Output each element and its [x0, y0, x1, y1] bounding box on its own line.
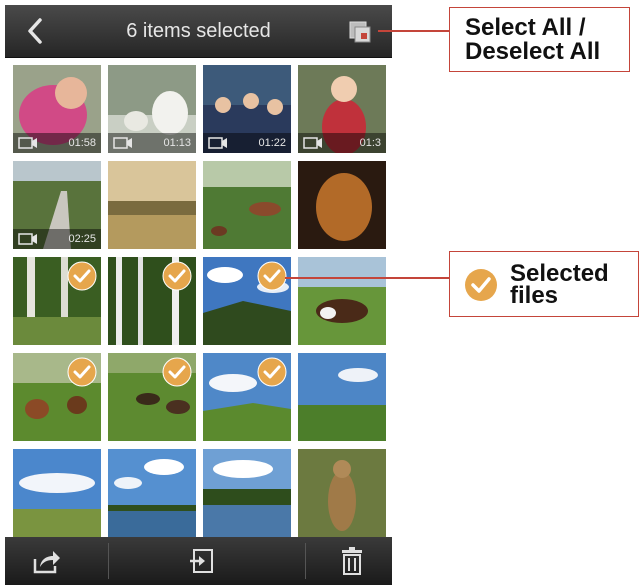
video-thumbnail[interactable]: 02:25	[13, 161, 101, 249]
photo-thumbnail[interactable]	[13, 257, 101, 345]
photo-thumbnail[interactable]	[13, 353, 101, 441]
divider	[108, 543, 109, 579]
video-info-bar: 01:58	[13, 133, 101, 153]
select-all-callout-line1: Select All /	[465, 14, 586, 41]
photo-thumbnail[interactable]	[108, 353, 196, 441]
photo-thumbnail[interactable]	[203, 353, 291, 441]
action-bar	[5, 537, 392, 585]
back-button[interactable]	[17, 13, 53, 49]
thumbnail-image	[298, 257, 386, 345]
divider	[305, 543, 306, 579]
trash-icon	[342, 547, 362, 575]
checkmark-icon	[465, 269, 497, 301]
video-duration: 02:25	[68, 233, 96, 245]
thumbnail-image	[298, 353, 386, 441]
selected-check-icon	[67, 357, 97, 387]
photo-thumbnail[interactable]	[203, 161, 291, 249]
video-duration: 01:13	[163, 137, 191, 149]
import-icon	[190, 549, 213, 573]
select-all-callout: Select All / Deselect All	[449, 7, 630, 72]
video-camera-icon	[113, 137, 132, 149]
move-button[interactable]	[185, 545, 219, 577]
video-camera-icon	[208, 137, 227, 149]
selection-count-title: 6 items selected	[126, 20, 271, 42]
thumbnail-image	[203, 449, 291, 537]
video-thumbnail[interactable]: 01:3	[298, 65, 386, 153]
selected-check-icon	[162, 357, 192, 387]
photo-thumbnail[interactable]	[298, 161, 386, 249]
select-all-leader-line	[378, 30, 449, 32]
video-camera-icon	[18, 233, 37, 245]
photo-thumbnail[interactable]	[298, 449, 386, 537]
photo-thumbnail[interactable]	[298, 353, 386, 441]
photo-thumbnail[interactable]	[298, 257, 386, 345]
share-button[interactable]	[29, 545, 63, 577]
thumbnail-image	[108, 161, 196, 249]
photo-thumbnail[interactable]	[108, 449, 196, 537]
share-icon	[33, 551, 60, 574]
selected-check-icon	[67, 261, 97, 291]
photo-thumbnail[interactable]	[108, 161, 196, 249]
video-thumbnail[interactable]: 01:13	[108, 65, 196, 153]
video-camera-icon	[18, 137, 37, 149]
thumbnail-grid: 01:58 01:13 01:22 01:3 02:25	[13, 65, 392, 537]
selected-check-icon	[257, 261, 287, 291]
photo-thumbnail[interactable]	[13, 449, 101, 537]
selected-check-icon	[162, 261, 192, 291]
selected-check-icon	[257, 357, 287, 387]
video-duration: 01:58	[68, 137, 96, 149]
video-info-bar: 02:25	[13, 229, 101, 249]
video-info-bar: 01:3	[298, 133, 386, 153]
photo-thumbnail[interactable]	[108, 257, 196, 345]
selected-files-callout: Selected files	[449, 251, 639, 317]
photo-thumbnail[interactable]	[203, 449, 291, 537]
selected-callout-line2: files	[510, 282, 559, 309]
delete-button[interactable]	[335, 545, 369, 577]
thumbnail-image	[108, 449, 196, 537]
thumbnail-image	[298, 161, 386, 249]
thumbnail-image	[298, 449, 386, 537]
thumbnail-image	[13, 449, 101, 537]
video-camera-icon	[303, 137, 322, 149]
thumbnail-image	[203, 161, 291, 249]
select-all-callout-line2: Deselect All	[465, 38, 601, 65]
selection-toolbar: 6 items selected	[5, 5, 392, 58]
selected-leader-line	[285, 277, 449, 279]
video-info-bar: 01:13	[108, 133, 196, 153]
photo-thumbnail[interactable]	[203, 257, 291, 345]
video-info-bar: 01:22	[203, 133, 291, 153]
gallery-screen: 6 items selected 01:58 01:13 01:22 01:3 02:2…	[5, 5, 392, 585]
video-thumbnail[interactable]: 01:58	[13, 65, 101, 153]
select-all-button[interactable]	[345, 17, 375, 47]
chevron-left-icon	[28, 18, 42, 44]
select-all-icon	[349, 21, 371, 43]
video-duration: 01:3	[359, 137, 381, 149]
video-duration: 01:22	[258, 137, 286, 149]
video-thumbnail[interactable]: 01:22	[203, 65, 291, 153]
